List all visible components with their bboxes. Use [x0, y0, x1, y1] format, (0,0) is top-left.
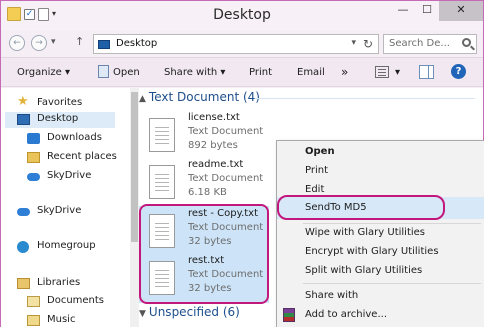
desktop-icon — [17, 114, 30, 125]
search-icon[interactable] — [462, 38, 471, 47]
sidebar-item-recent-places[interactable]: Recent places — [27, 150, 137, 166]
sidebar-item-favorites[interactable]: ★ Favorites — [17, 94, 127, 112]
documents-icon — [27, 296, 40, 307]
address-dropdown[interactable]: ▾ — [351, 38, 356, 48]
menu-item-print[interactable]: Print — [277, 162, 484, 181]
group-header-unspecified[interactable]: ▼ Unspecified (6) — [139, 305, 240, 319]
maximize-button[interactable]: ☐ — [415, 1, 439, 21]
sidebar-item-music[interactable]: Music — [27, 313, 137, 327]
group-divider — [255, 98, 475, 99]
open-icon — [98, 65, 109, 78]
navigation-pane: ★ Favorites Desktop Downloads Recent pla… — [1, 88, 139, 327]
menu-item-share-with[interactable]: Share with — [277, 287, 484, 306]
sidebar-item-downloads[interactable]: Downloads — [27, 131, 137, 147]
open-button[interactable]: Open — [113, 67, 140, 78]
sidebar-item-homegroup[interactable]: Homegroup — [17, 239, 127, 255]
libraries-icon — [17, 278, 30, 289]
menu-item-split-glary[interactable]: Split with Glary Utilities — [277, 262, 484, 281]
menu-item-open[interactable]: Open — [277, 143, 484, 162]
back-button[interactable]: ← — [9, 35, 25, 51]
command-bar: Organize ▾ Open Share with ▾ Print Email… — [1, 57, 483, 87]
address-bar[interactable]: Desktop ▾ ↻ — [93, 34, 379, 54]
winrar-icon — [283, 308, 295, 322]
desktop-icon — [98, 40, 110, 49]
downloads-icon — [27, 133, 40, 144]
selection-annotation-outline — [139, 204, 269, 304]
text-file-icon — [149, 118, 175, 152]
menu-item-encrypt-glary[interactable]: Encrypt with Glary Utilities — [277, 243, 484, 262]
view-options-dropdown[interactable]: ▾ — [395, 67, 400, 78]
forward-button[interactable]: → — [31, 35, 47, 51]
sidebar-item-desktop[interactable]: Desktop — [5, 112, 115, 128]
music-icon — [27, 315, 40, 326]
sidebar-item-skydrive-favorite[interactable]: SkyDrive — [27, 169, 137, 185]
more-commands-button[interactable]: » — [341, 65, 348, 79]
sidebar-item-libraries[interactable]: Libraries — [17, 276, 127, 292]
skydrive-icon — [17, 208, 30, 216]
close-button[interactable]: ✕ — [439, 1, 483, 21]
title-bar[interactable]: ✓ ▾ Desktop — ☐ ✕ — [1, 1, 483, 31]
group-header-text-document[interactable]: ▲ Text Document (4) — [139, 90, 260, 104]
menu-item-add-to-archive[interactable]: Add to archive... — [277, 306, 484, 325]
share-with-button[interactable]: Share with ▾ — [164, 67, 225, 78]
collapse-chevron-icon[interactable]: ▲ — [139, 94, 146, 104]
homegroup-icon — [17, 241, 29, 253]
navigation-bar: ← → ▾ ↑ Desktop ▾ ↻ Search De... — [1, 31, 483, 57]
explorer-window: ✓ ▾ Desktop — ☐ ✕ ← → ▾ ↑ Desktop ▾ ↻ Se… — [0, 0, 484, 327]
email-button[interactable]: Email — [297, 67, 325, 78]
minimize-button[interactable]: — — [391, 1, 415, 21]
text-file-icon — [149, 165, 175, 199]
sidebar-item-documents[interactable]: Documents — [27, 294, 137, 310]
recent-locations-dropdown[interactable]: ▾ — [51, 37, 56, 47]
refresh-button[interactable]: ↻ — [363, 37, 373, 51]
window-controls: — ☐ ✕ — [391, 1, 483, 21]
star-icon: ★ — [17, 94, 29, 109]
sendto-annotation-outline — [277, 195, 445, 220]
address-text: Desktop — [116, 38, 158, 49]
print-button[interactable]: Print — [249, 67, 272, 78]
search-box[interactable]: Search De... — [383, 34, 477, 54]
change-view-icon[interactable] — [375, 66, 389, 78]
recent-places-icon — [27, 152, 40, 163]
organize-button[interactable]: Organize ▾ — [17, 67, 70, 78]
context-menu: Open Print Edit SendTo MD5 Wipe with Gla… — [276, 140, 484, 327]
sidebar-item-skydrive[interactable]: SkyDrive — [17, 204, 127, 220]
file-item[interactable]: license.txt Text Document 892 bytes — [139, 110, 269, 160]
menu-separator — [303, 283, 481, 284]
menu-item-wipe-glary[interactable]: Wipe with Glary Utilities — [277, 224, 484, 243]
skydrive-icon — [27, 173, 40, 181]
up-button[interactable]: ↑ — [75, 35, 84, 48]
expand-chevron-icon[interactable]: ▼ — [139, 309, 146, 319]
help-button[interactable]: ? — [451, 64, 466, 79]
file-item[interactable]: readme.txt Text Document 6.18 KB — [139, 157, 269, 207]
navigation-scrollbar[interactable] — [130, 88, 139, 327]
preview-pane-icon[interactable] — [419, 65, 434, 79]
search-input[interactable]: Search De... — [389, 38, 450, 49]
scrollbar-thumb[interactable] — [131, 92, 138, 242]
